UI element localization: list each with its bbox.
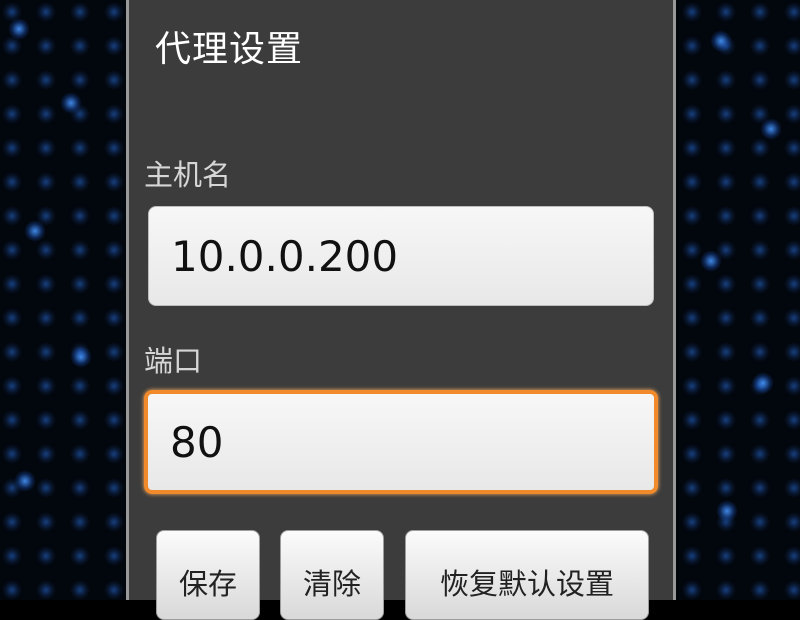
- background-dot: [716, 500, 738, 522]
- hostname-value: 10.0.0.200: [171, 231, 399, 281]
- proxy-settings-dialog: 代理设置 主机名 10.0.0.200 端口 80 保存 清除 恢复默认设置: [126, 0, 676, 620]
- restore-default-button[interactable]: 恢复默认设置: [405, 530, 649, 620]
- background-dot: [24, 220, 46, 242]
- dialog-title: 代理设置: [155, 29, 304, 70]
- port-label: 端口: [144, 344, 203, 378]
- background-dot: [60, 92, 82, 114]
- background-dot: [710, 30, 732, 52]
- hostname-input[interactable]: 10.0.0.200: [148, 206, 654, 306]
- clear-button[interactable]: 清除: [280, 530, 384, 620]
- hostname-label: 主机名: [144, 158, 232, 192]
- background-dot: [760, 118, 782, 140]
- port-value: 80: [170, 417, 224, 467]
- background-dot: [8, 18, 30, 40]
- port-input[interactable]: 80: [144, 390, 658, 494]
- background-dot: [700, 250, 722, 272]
- save-button[interactable]: 保存: [156, 530, 260, 620]
- background-dot: [752, 372, 774, 394]
- background-dot: [14, 470, 36, 492]
- background-dot: [70, 346, 92, 368]
